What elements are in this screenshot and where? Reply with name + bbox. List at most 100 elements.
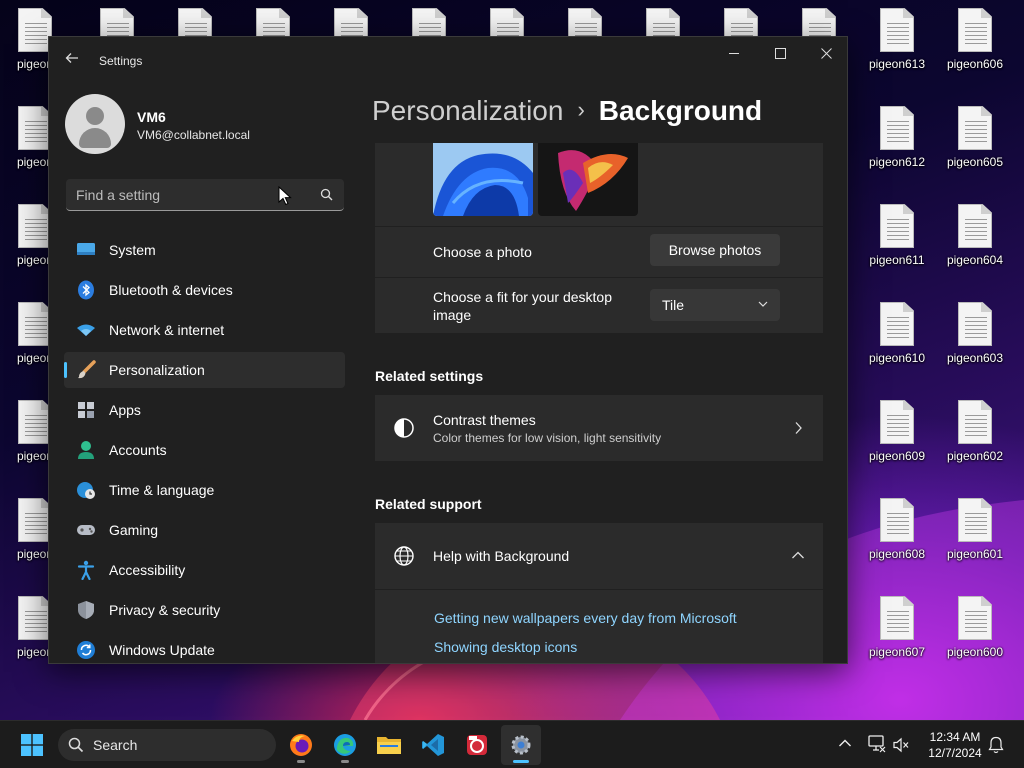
back-button[interactable] <box>61 51 83 71</box>
title-bar[interactable]: Settings <box>49 37 847 85</box>
accessibility-icon <box>75 559 97 581</box>
desktop-file-icon[interactable]: pigeon603 <box>940 302 1010 378</box>
sidebar-item-accessibility[interactable]: Accessibility <box>64 552 345 588</box>
fit-row: Choose a fit for your desktop image Tile <box>375 278 823 333</box>
sidebar-item-time-language[interactable]: Time & language <box>64 472 345 508</box>
search-box[interactable] <box>66 179 344 211</box>
window-title: Settings <box>99 54 143 68</box>
taskbar-app-edge[interactable] <box>325 725 365 765</box>
chevron-up-icon <box>792 551 804 559</box>
chevron-right-icon <box>795 422 802 434</box>
taskbar-search-label: Search <box>93 737 138 753</box>
close-icon <box>820 47 832 59</box>
sidebar-item-system[interactable]: System <box>64 232 345 268</box>
clock-date: 12/7/2024 <box>928 746 982 760</box>
shield-icon <box>75 599 97 621</box>
help-link-desktop-icons[interactable]: Showing desktop icons <box>434 639 577 655</box>
fit-label: Choose a fit for your desktop image <box>433 289 612 323</box>
minimize-button[interactable] <box>711 37 757 69</box>
desktop-file-icon[interactable]: pigeon600 <box>940 596 1010 672</box>
desktop-file-icon[interactable]: pigeon605 <box>940 106 1010 182</box>
desktop-file-icon[interactable]: pigeon601 <box>940 498 1010 574</box>
desktop-file-icon[interactable]: pigeon610 <box>862 302 932 378</box>
sidebar-item-apps[interactable]: Apps <box>64 392 345 428</box>
taskbar-app-settings[interactable] <box>501 725 541 765</box>
monitor-icon <box>75 239 97 261</box>
settings-window: Settings VM6 VM6@collabnet.local System … <box>48 36 848 664</box>
bluetooth-icon <box>75 279 97 301</box>
firefox-icon <box>290 734 312 756</box>
sidebar-item-label: Personalization <box>109 362 205 378</box>
related-support-title: Related support <box>375 496 482 512</box>
page-title: Background <box>598 95 763 126</box>
related-settings-title: Related settings <box>375 368 484 384</box>
taskbar-app-generic[interactable] <box>457 725 497 765</box>
desktop-file-icon[interactable]: pigeon604 <box>940 204 1010 280</box>
avatar[interactable] <box>65 94 125 154</box>
sidebar-item-personalization[interactable]: Personalization <box>64 352 345 388</box>
sidebar-item-label: System <box>109 242 156 258</box>
sidebar-item-gaming[interactable]: Gaming <box>64 512 345 548</box>
sidebar-item-label: Apps <box>109 402 141 418</box>
search-input[interactable] <box>76 179 306 210</box>
fit-dropdown-value: Tile <box>662 297 685 313</box>
desktop-file-icon[interactable]: pigeon608 <box>862 498 932 574</box>
desktop-file-icon[interactable]: pigeon609 <box>862 400 932 476</box>
sidebar-item-network[interactable]: Network & internet <box>64 312 345 348</box>
help-with-background-header[interactable]: Help with Background <box>375 523 823 589</box>
selection-indicator <box>64 362 67 378</box>
contrast-icon <box>394 418 414 438</box>
taskbar-search[interactable]: Search <box>58 729 276 761</box>
contrast-themes-card[interactable]: Contrast themes Color themes for low vis… <box>375 395 823 461</box>
wallpaper-thumbnail[interactable] <box>433 143 533 216</box>
globe-clock-icon <box>75 479 97 501</box>
app-icon <box>467 735 487 755</box>
sidebar-item-label: Bluetooth & devices <box>109 282 233 298</box>
help-with-background-title: Help with Background <box>433 548 570 564</box>
search-icon[interactable] <box>320 188 333 201</box>
breadcrumb-parent[interactable]: Personalization <box>372 95 563 126</box>
network-status-icon[interactable] <box>866 735 886 753</box>
globe-icon <box>394 546 414 566</box>
maximize-button[interactable] <box>757 37 803 69</box>
browse-photos-button[interactable]: Browse photos <box>650 234 780 266</box>
desktop-file-icon[interactable]: pigeon602 <box>940 400 1010 476</box>
sidebar-item-privacy-security[interactable]: Privacy & security <box>64 592 345 628</box>
contrast-themes-subtitle: Color themes for low vision, light sensi… <box>433 431 662 445</box>
sidebar-item-windows-update[interactable]: Windows Update <box>64 632 345 663</box>
speaker-muted-icon[interactable] <box>893 737 909 753</box>
close-button[interactable] <box>803 37 847 69</box>
desktop-file-icon[interactable]: pigeon611 <box>862 204 932 280</box>
settings-icon <box>511 735 531 755</box>
help-link-wallpapers[interactable]: Getting new wallpapers every day from Mi… <box>434 610 737 626</box>
mouse-cursor-icon <box>278 186 292 206</box>
taskbar-app-file-explorer[interactable] <box>369 725 409 765</box>
system-clock[interactable]: 12:34 AM 12/7/2024 <box>920 729 990 761</box>
file-explorer-icon <box>377 737 401 754</box>
desktop-file-icon[interactable]: pigeon606 <box>940 8 1010 84</box>
desktop-file-icon[interactable]: pigeon613 <box>862 8 932 84</box>
chevron-up-icon[interactable] <box>838 738 852 748</box>
notification-bell-icon[interactable] <box>988 736 1004 754</box>
desktop-file-icon[interactable]: pigeon607 <box>862 596 932 672</box>
sidebar-item-bluetooth[interactable]: Bluetooth & devices <box>64 272 345 308</box>
sidebar-item-label: Windows Update <box>109 642 215 658</box>
profile-name: VM6 <box>137 109 166 125</box>
minimize-icon <box>729 53 739 54</box>
fit-dropdown[interactable]: Tile <box>650 289 780 321</box>
choose-photo-label: Choose a photo <box>433 244 532 260</box>
wifi-icon <box>75 319 97 341</box>
start-icon <box>21 734 43 756</box>
clock-time: 12:34 AM <box>929 730 981 744</box>
start-button[interactable] <box>12 725 52 765</box>
sidebar-item-label: Privacy & security <box>109 602 221 618</box>
breadcrumb: Personalization › Background <box>372 95 762 127</box>
taskbar-app-firefox[interactable] <box>281 725 321 765</box>
contrast-themes-title: Contrast themes <box>433 412 536 428</box>
desktop-file-icon[interactable]: pigeon612 <box>862 106 932 182</box>
wallpaper-thumbnail[interactable] <box>538 143 638 216</box>
sidebar-item-accounts[interactable]: Accounts <box>64 432 345 468</box>
taskbar-app-vscode[interactable] <box>413 725 453 765</box>
chevron-down-icon <box>758 301 768 307</box>
recent-images-card <box>375 143 823 226</box>
